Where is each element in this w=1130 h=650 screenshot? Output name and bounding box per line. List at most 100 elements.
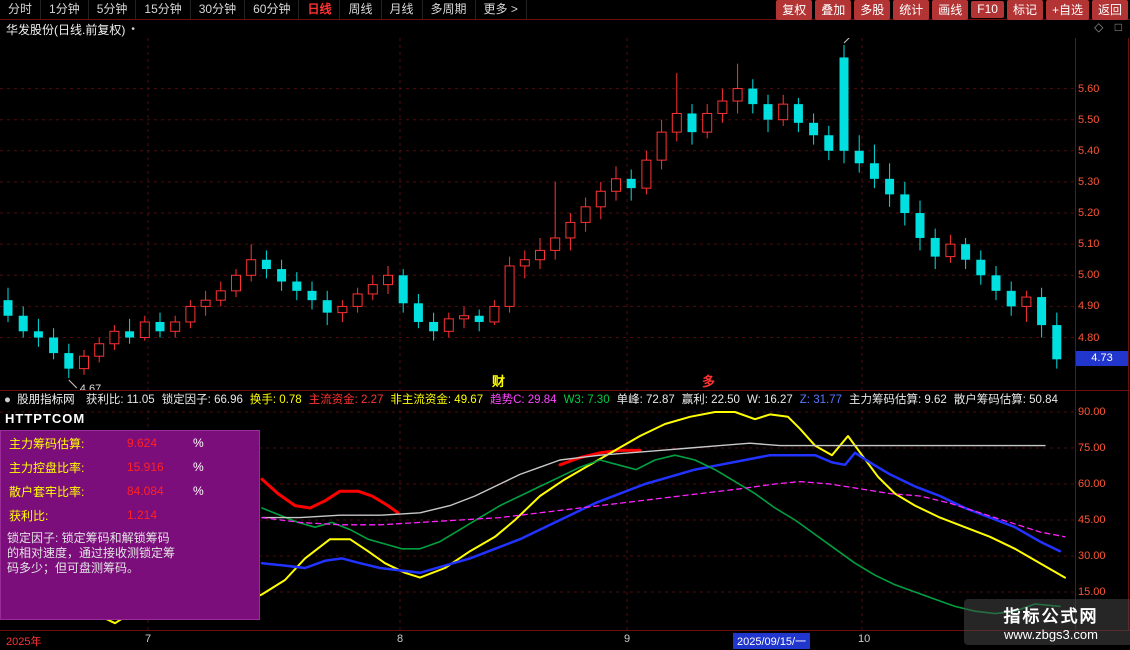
toolbar-button[interactable]: 返回	[1092, 0, 1128, 20]
price-axis-label: 5.50	[1078, 114, 1124, 126]
indicator-stat: 非主流资金: 49.67	[390, 394, 483, 406]
indicator-stat: W3: 7.30	[564, 394, 610, 406]
tooltip-description: 锁定因子: 锁定筹码和解锁筹码的相对速度，通过接收测锁定筹码多少；但可盘测筹码。	[1, 527, 259, 576]
candlestick-chart[interactable]: 4.675.74	[0, 38, 1076, 391]
toolbar-button[interactable]: 叠加	[815, 0, 851, 20]
titlebar: 华发股份(日线.前复权) • ◇ □	[0, 20, 1130, 38]
indicator-stat: W: 16.27	[747, 394, 793, 406]
current-price-tag: 4.73	[1076, 351, 1128, 366]
indicator-stat: 单峰: 72.87	[617, 394, 675, 406]
period-tab[interactable]: 15分钟	[136, 0, 190, 19]
tooltip-value: 84.084	[127, 484, 193, 498]
tooltip-value: 9.624	[127, 436, 193, 450]
diamond-icon[interactable]: ◇	[1094, 20, 1103, 34]
indicator-stat: 换手: 0.78	[250, 394, 302, 406]
time-axis-label: 2025年	[6, 633, 41, 649]
toolbar-button[interactable]: 标记	[1007, 0, 1043, 20]
indicator-stat: 获利比: 11.05	[86, 394, 155, 406]
time-axis-label: 8	[397, 633, 403, 645]
period-tab[interactable]: 30分钟	[191, 0, 245, 19]
indicator-stat: 趋势C: 29.84	[490, 394, 556, 406]
toolbar-button[interactable]: 画线	[932, 0, 968, 20]
indicator-axis-label: 15.00	[1078, 586, 1124, 598]
indicator-stat: Z: 31.77	[800, 394, 842, 406]
tooltip-desc-line: 的相对速度，通过接收测锁定筹	[7, 546, 253, 561]
menubar: 分时1分钟5分钟15分钟30分钟60分钟日线周线月线多周期更多 > 复权叠加多股…	[0, 0, 1130, 20]
indicator-header: ● 股朋指标网 获利比: 11.05锁定因子: 66.96换手: 0.78主流资…	[4, 391, 1126, 409]
time-axis-label: 2025/09/15/一	[733, 633, 810, 649]
status-dot-icon: •	[125, 24, 135, 35]
tooltip-value: 1.214	[127, 508, 193, 522]
price-axis-label: 4.80	[1078, 332, 1124, 344]
price-axis-label: 5.00	[1078, 269, 1124, 281]
period-tab[interactable]: 更多 >	[476, 0, 527, 19]
tooltip-rows: 主力筹码估算:9.624%主力控盘比率:15.916%散户套牢比率:84.084…	[1, 431, 259, 527]
tooltip-desc-line: 码多少；但可盘测筹码。	[7, 561, 253, 576]
indicator-stat: 主力筹码估算: 9.62	[849, 394, 947, 406]
indicator-stat: 主流资金: 2.27	[309, 394, 384, 406]
tooltip-label: 主力控盘比率:	[9, 459, 127, 476]
chip-tooltip: 主力筹码估算:9.624%主力控盘比率:15.916%散户套牢比率:84.084…	[0, 430, 260, 620]
period-tab[interactable]: 月线	[382, 0, 423, 19]
tooltip-label: 主力筹码估算:	[9, 435, 127, 452]
indicator-axis-label: 30.00	[1078, 550, 1124, 562]
indicator-axis-label: 60.00	[1078, 478, 1124, 490]
tooltip-label: 散户套牢比率:	[9, 483, 127, 500]
axis-separator	[1075, 38, 1076, 630]
time-axis: 2025年 7 8 9 2025/09/15/一 10	[0, 631, 1130, 650]
price-axis-label: 4.90	[1078, 300, 1124, 312]
indicator-stats: 获利比: 11.05 锁定因子: 66.96 换手: 0.78 主流资金: 2.27 非…	[86, 394, 1065, 406]
indicator-axis-label: 45.00	[1078, 514, 1124, 526]
watermark-title: 指标公式网	[972, 602, 1130, 627]
period-tab[interactable]: 60分钟	[245, 0, 299, 19]
tooltip-row: 获利比:1.214	[1, 503, 259, 527]
signal-marker: 财	[492, 371, 505, 390]
tooltip-row: 主力筹码估算:9.624%	[1, 431, 259, 455]
time-axis-label: 9	[624, 633, 630, 645]
indicator-stat: 锁定因子: 66.96	[162, 394, 243, 406]
separator-main-indicator	[0, 390, 1130, 391]
tooltip-row: 散户套牢比率:84.084%	[1, 479, 259, 503]
time-axis-label: 7	[145, 633, 151, 645]
tooltip-unit: %	[193, 436, 204, 450]
tooltip-unit: %	[193, 484, 204, 498]
separator-bottom	[0, 630, 1130, 631]
price-axis-label: 5.60	[1078, 83, 1124, 95]
right-border	[1128, 38, 1129, 630]
page-title: 华发股份(日线.前复权)	[0, 21, 125, 38]
price-axis-label: 5.30	[1078, 176, 1124, 188]
site-watermark: 指标公式网 www.zbgs3.com	[964, 599, 1130, 645]
watermark-url: www.zbgs3.com	[972, 627, 1130, 642]
price-axis-label: 5.10	[1078, 238, 1124, 250]
toolbar-button[interactable]: 多股	[854, 0, 890, 20]
tooltip-value: 15.916	[127, 460, 193, 474]
period-tab[interactable]: 5分钟	[89, 0, 137, 19]
period-tab[interactable]: 周线	[340, 0, 381, 19]
window-icon[interactable]: □	[1115, 20, 1122, 34]
indicator-axis-label: 90.00	[1078, 406, 1124, 418]
time-axis-label: 10	[858, 633, 870, 645]
period-menu: 分时1分钟5分钟15分钟30分钟60分钟日线周线月线多周期更多 >	[0, 0, 527, 19]
period-tab[interactable]: 1分钟	[41, 0, 89, 19]
price-axis-label: 5.20	[1078, 207, 1124, 219]
period-tab[interactable]: 分时	[0, 0, 41, 19]
period-tab[interactable]: 多周期	[423, 0, 476, 19]
brand-dot-icon: ●	[4, 394, 11, 406]
toolbar-button[interactable]: +自选	[1046, 0, 1089, 20]
tooltip-desc-line: 锁定因子: 锁定筹码和解锁筹码	[7, 531, 253, 546]
tooltip-label: 获利比:	[9, 507, 127, 524]
period-tab[interactable]: 日线	[299, 0, 340, 19]
toolbar-button[interactable]: 复权	[776, 0, 812, 20]
toolbar-button[interactable]: 统计	[893, 0, 929, 20]
app-window: 分时1分钟5分钟15分钟30分钟60分钟日线周线月线多周期更多 > 复权叠加多股…	[0, 0, 1130, 650]
indicator-stat: 赢利: 22.50	[682, 394, 740, 406]
title-icons: ◇ □	[1086, 20, 1122, 34]
tooltip-unit: %	[193, 460, 204, 474]
tooltip-row: 主力控盘比率:15.916%	[1, 455, 259, 479]
price-axis-label: 5.40	[1078, 145, 1124, 157]
indicator-axis-label: 75.00	[1078, 442, 1124, 454]
indicator-stat: 散户筹码估算: 50.84	[954, 394, 1058, 406]
toolbar-button[interactable]: F10	[971, 1, 1004, 18]
signal-marker: 多	[702, 371, 715, 390]
tool-menu: 复权叠加多股统计画线F10标记+自选返回	[773, 0, 1130, 20]
